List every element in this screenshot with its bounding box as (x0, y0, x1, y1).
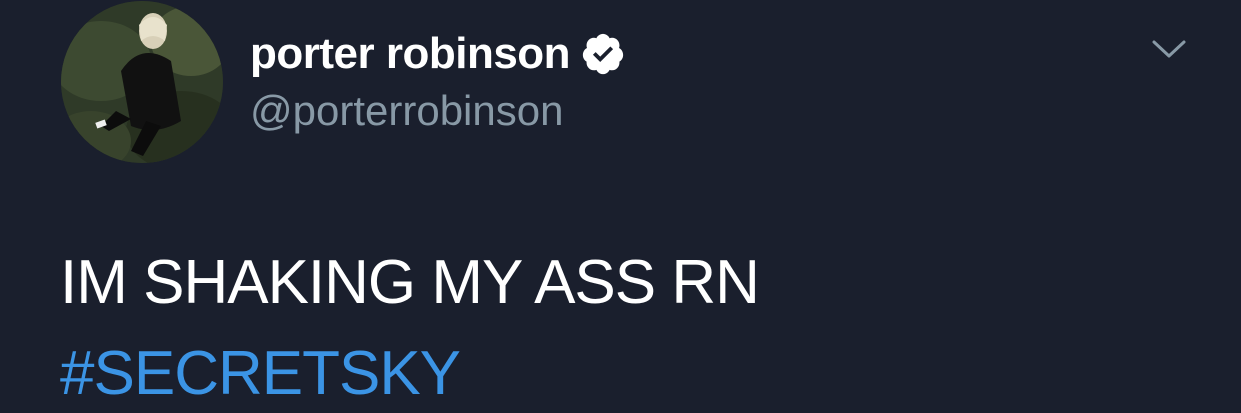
avatar-image (61, 1, 223, 163)
chevron-down-icon[interactable] (1150, 36, 1188, 62)
tweet-card: porter robinson @porterrobinson IM SHAKI… (0, 0, 1241, 413)
hashtag-link[interactable]: #SECRETSKY (60, 343, 461, 405)
verified-badge-icon (580, 31, 626, 77)
author-name-row[interactable]: porter robinson (250, 26, 626, 82)
author-handle[interactable]: @porterrobinson (250, 90, 563, 132)
author-display-name[interactable]: porter robinson (250, 32, 571, 76)
tweet-text: IM SHAKING MY ASS RN (60, 248, 760, 317)
avatar[interactable] (61, 1, 223, 163)
